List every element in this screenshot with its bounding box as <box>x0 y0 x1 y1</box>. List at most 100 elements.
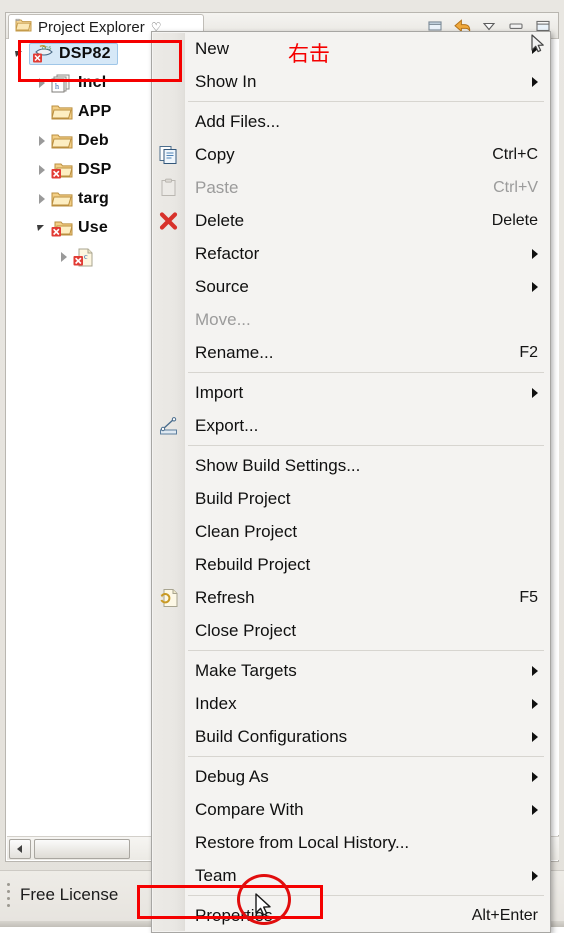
menu-item-shortcut: Ctrl+C <box>492 145 538 163</box>
expand-arrow-down-icon[interactable] <box>13 46 29 62</box>
expand-arrow-down-icon[interactable] <box>35 220 51 236</box>
expand-arrow-right-icon[interactable] <box>35 191 51 207</box>
tree-item-label: DSP82 <box>59 44 111 62</box>
menu-item-show-build-settings[interactable]: Show Build Settings... <box>152 449 550 482</box>
menu-item-add-files[interactable]: Add Files... <box>152 105 550 138</box>
expand-arrow-right-icon[interactable] <box>35 133 51 149</box>
folder-icon <box>51 103 73 121</box>
menu-item-make-targets[interactable]: Make Targets <box>152 654 550 687</box>
menu-item-build-configurations[interactable]: Build Configurations <box>152 720 550 753</box>
menu-item-refactor[interactable]: Refactor <box>152 237 550 270</box>
tab-label: Project Explorer <box>38 18 145 36</box>
scroll-left-arrow[interactable] <box>9 838 31 859</box>
tree-item-content: h Incl <box>51 74 106 92</box>
menu-item-import[interactable]: Import <box>152 376 550 409</box>
folder-error-icon <box>51 219 73 237</box>
submenu-arrow-icon <box>532 248 538 259</box>
svg-text:h: h <box>55 82 59 91</box>
menu-separator <box>188 756 544 757</box>
submenu-arrow-icon <box>532 43 538 54</box>
expand-arrow-right-icon[interactable] <box>35 162 51 178</box>
menu-item-paste: Paste Ctrl+V <box>152 171 550 204</box>
tree-item-label: Use <box>78 218 108 236</box>
menu-item-shortcut: F2 <box>519 343 538 361</box>
menu-item-delete[interactable]: Delete Delete <box>152 204 550 237</box>
menu-item-compare-with[interactable]: Compare With <box>152 793 550 826</box>
menu-item-rename[interactable]: Rename... F2 <box>152 336 550 369</box>
c-source-error-icon: c <box>73 248 95 266</box>
menu-item-label: Team <box>195 865 237 885</box>
context-menu-items: New Show In Add Files... Copy Ctrl+C Paste Ctr… <box>152 32 550 932</box>
menu-item-label: Refresh <box>195 587 255 607</box>
submenu-arrow-icon <box>532 281 538 292</box>
menu-separator <box>188 372 544 373</box>
expand-arrow-right-icon[interactable] <box>57 249 73 265</box>
expand-arrow-right-icon[interactable] <box>35 75 51 91</box>
menu-item-label: Make Targets <box>195 660 297 680</box>
menu-item-debug-as[interactable]: Debug As <box>152 760 550 793</box>
submenu-arrow-icon <box>532 665 538 676</box>
menu-item-export[interactable]: Export... <box>152 409 550 442</box>
menu-item-label: Close Project <box>195 620 297 640</box>
ccs-project-error-icon: CCS <box>32 44 54 63</box>
menu-item-label: Properties <box>195 905 273 925</box>
scrollbar-thumb[interactable] <box>34 838 130 859</box>
menu-item-label: Copy <box>195 144 235 164</box>
menu-item-label: Rename... <box>195 342 274 362</box>
menu-item-label: Show In <box>195 71 257 91</box>
menu-item-properties[interactable]: Properties Alt+Enter <box>152 899 550 932</box>
menu-item-label: Move... <box>195 309 251 329</box>
context-menu[interactable]: New Show In Add Files... Copy Ctrl+C Paste Ctr… <box>151 31 551 933</box>
menu-item-label: Build Configurations <box>195 726 348 746</box>
menu-item-new[interactable]: New <box>152 32 550 65</box>
menu-item-close-project[interactable]: Close Project <box>152 614 550 647</box>
menu-item-restore-from-local-history[interactable]: Restore from Local History... <box>152 826 550 859</box>
menu-item-label: Import <box>195 382 244 402</box>
tree-item-content: APP <box>51 103 112 121</box>
tree-item-label: targ <box>78 189 110 207</box>
menu-item-refresh[interactable]: Refresh F5 <box>152 581 550 614</box>
status-grip <box>7 883 11 907</box>
menu-item-label: Paste <box>195 177 239 197</box>
menu-item-label: Export... <box>195 415 259 435</box>
menu-item-index[interactable]: Index <box>152 687 550 720</box>
menu-item-shortcut: Alt+Enter <box>471 906 538 924</box>
copy-icon <box>159 145 178 164</box>
includes-header-icon: h <box>51 74 73 92</box>
menu-item-show-in[interactable]: Show In <box>152 65 550 98</box>
submenu-arrow-icon <box>532 698 538 709</box>
menu-item-shortcut: Ctrl+V <box>493 178 538 196</box>
submenu-arrow-icon <box>532 731 538 742</box>
menu-item-label: Add Files... <box>195 111 281 131</box>
refresh-icon <box>159 588 178 607</box>
menu-item-shortcut: Delete <box>491 211 538 229</box>
tree-item-label: APP <box>78 102 112 120</box>
folder-icon <box>51 132 73 150</box>
menu-item-label: Refactor <box>195 243 260 263</box>
menu-item-team[interactable]: Team <box>152 859 550 892</box>
delete-x-icon <box>159 211 178 230</box>
menu-item-move: Move... <box>152 303 550 336</box>
menu-item-source[interactable]: Source <box>152 270 550 303</box>
tree-item-label: DSP <box>78 160 112 178</box>
tree-item-content: CCS DSP82 <box>29 42 118 65</box>
menu-item-label: Restore from Local History... <box>195 832 410 852</box>
svg-text:c: c <box>84 252 88 261</box>
menu-item-copy[interactable]: Copy Ctrl+C <box>152 138 550 171</box>
submenu-arrow-icon <box>532 804 538 815</box>
folder-icon <box>51 190 73 208</box>
menu-item-label: Compare With <box>195 799 304 819</box>
menu-item-label: Rebuild Project <box>195 554 311 574</box>
menu-item-label: Clean Project <box>195 521 298 541</box>
svg-text:CCS: CCS <box>42 45 51 50</box>
project-explorer-folder-icon <box>15 17 33 38</box>
menu-item-label: Show Build Settings... <box>195 455 361 475</box>
tree-item-content: DSP <box>51 161 112 179</box>
menu-item-build-project[interactable]: Build Project <box>152 482 550 515</box>
annotation-right-click-label: 右击 <box>288 42 330 66</box>
tree-item-label: Incl <box>78 73 107 91</box>
menu-item-rebuild-project[interactable]: Rebuild Project <box>152 548 550 581</box>
tree-item-label: Deb <box>78 131 109 149</box>
menu-item-clean-project[interactable]: Clean Project <box>152 515 550 548</box>
